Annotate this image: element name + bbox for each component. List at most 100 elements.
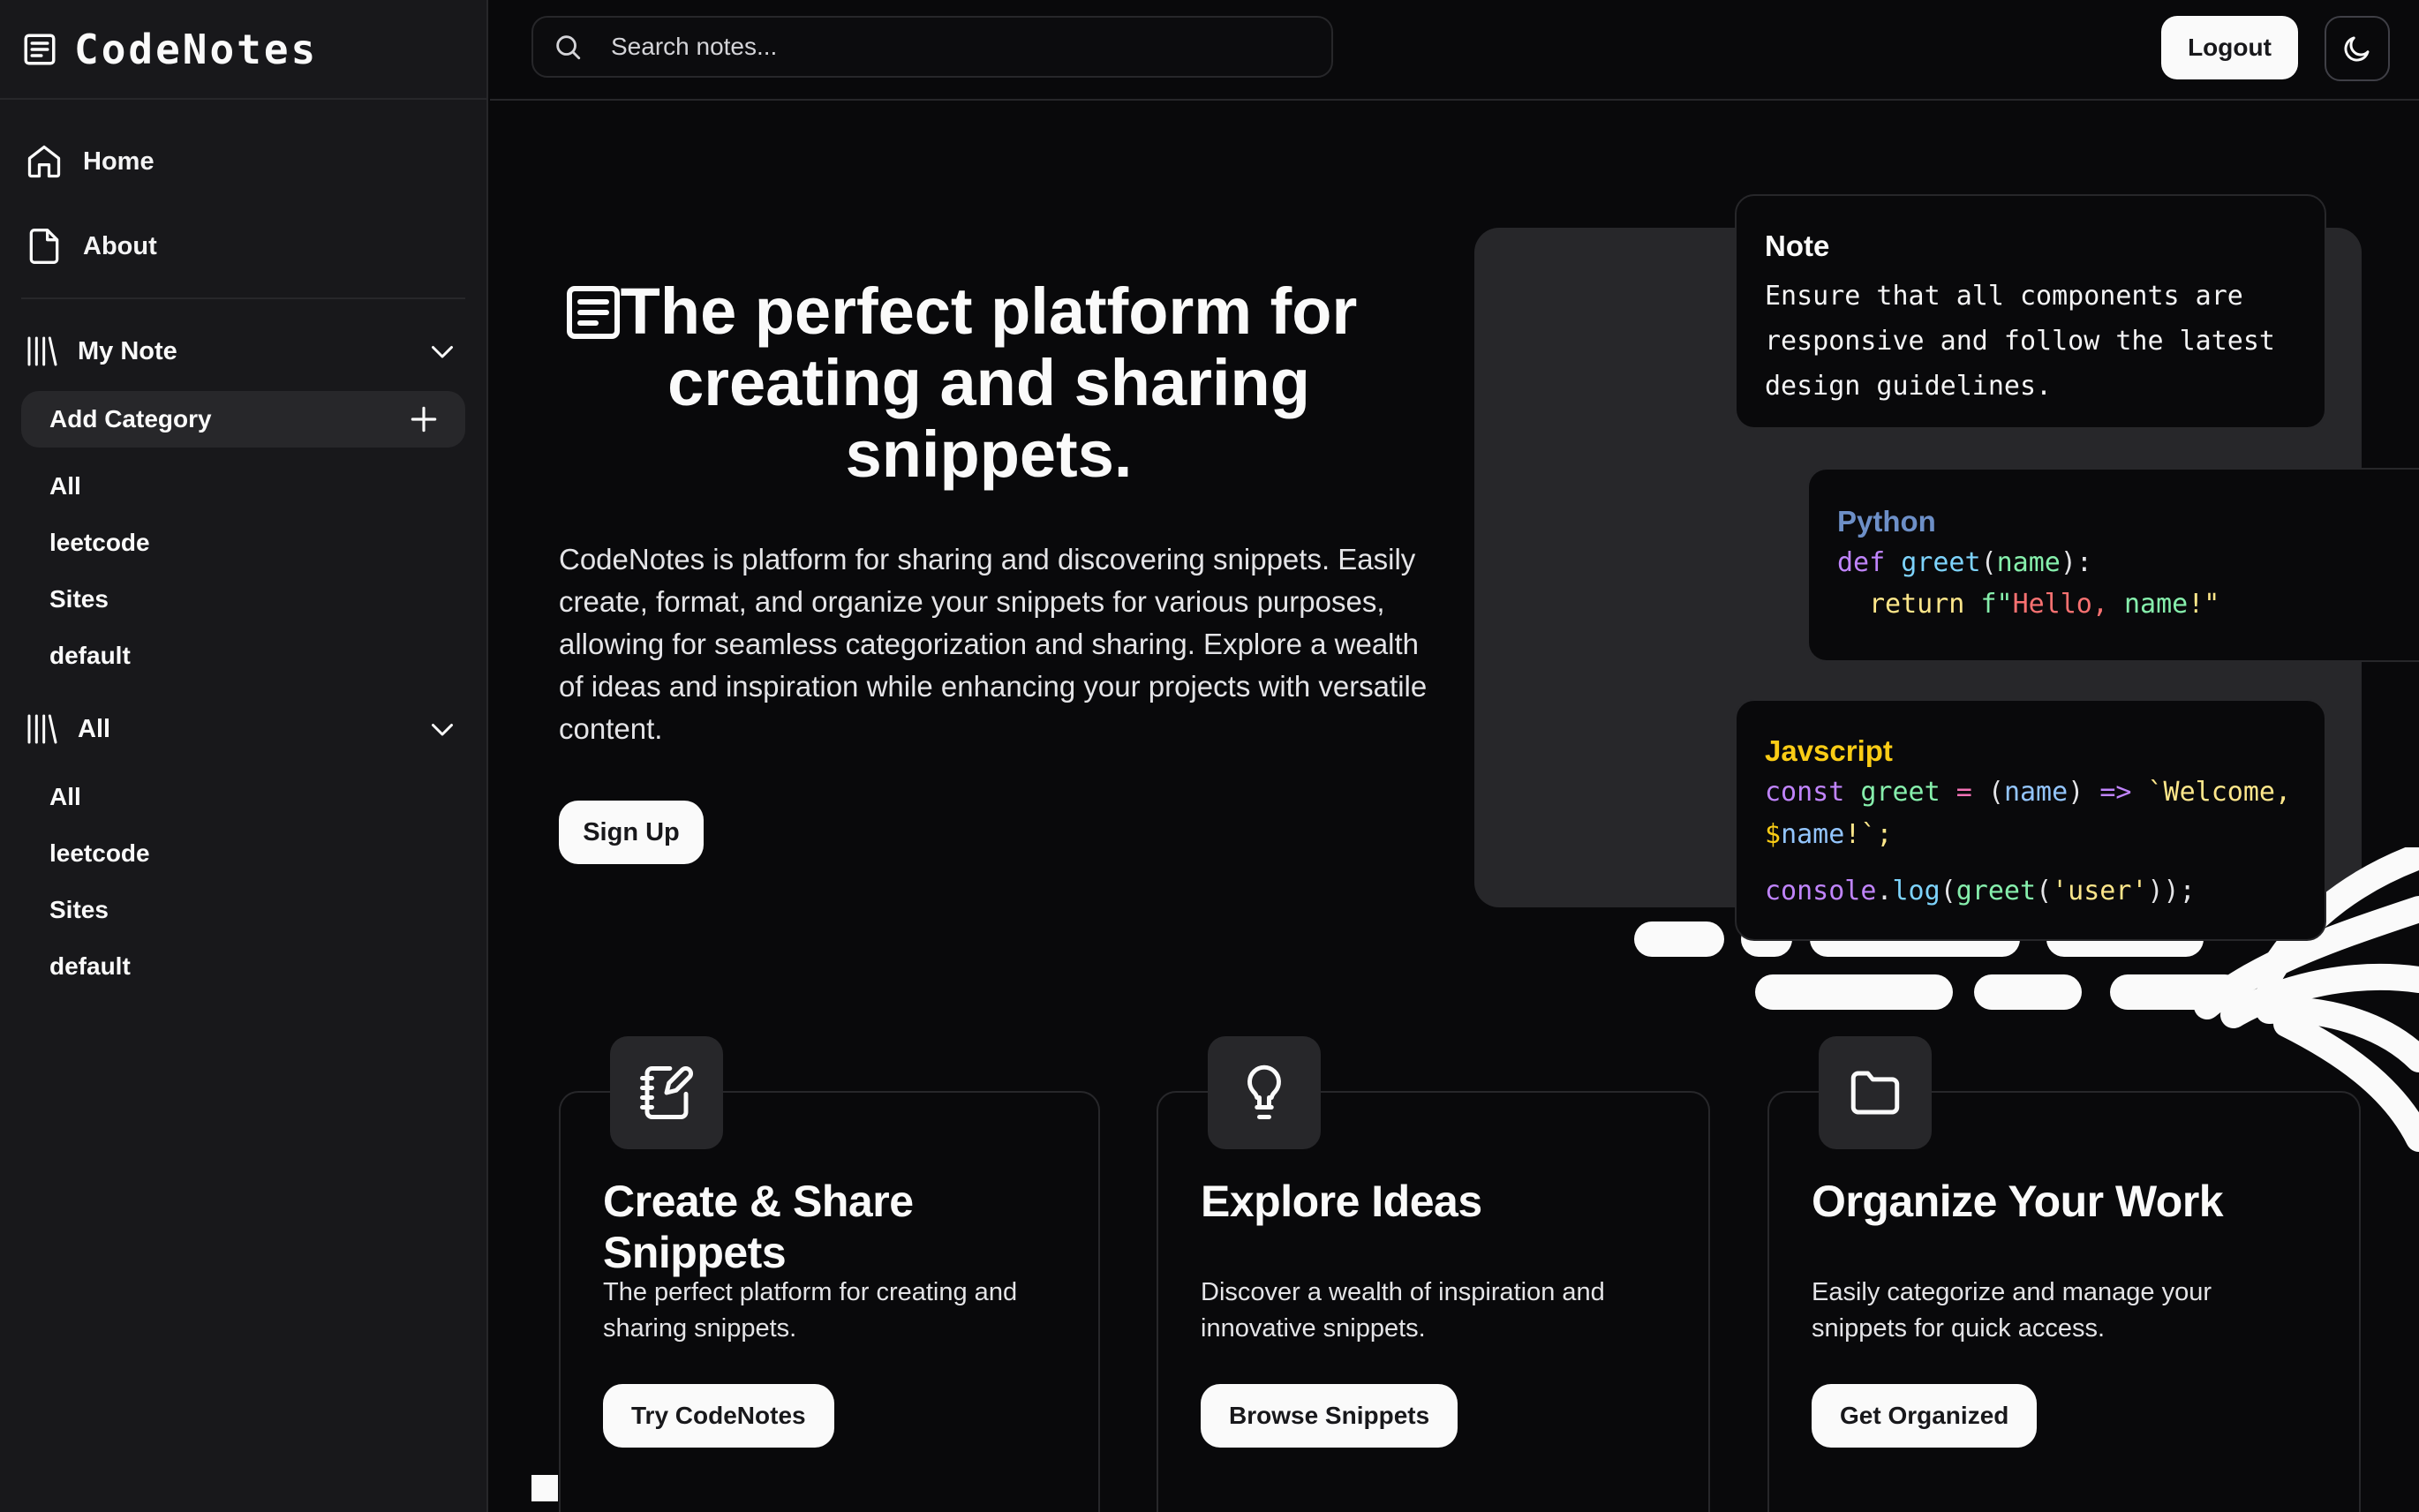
brand-name: CodeNotes [74, 25, 319, 73]
javascript-code-line: const greet = (name) => `Welcome, [1765, 771, 2296, 814]
code-token: $ [1765, 819, 1782, 850]
notebook-pen-icon [640, 1066, 693, 1119]
code-token: console [1765, 876, 1877, 906]
top-bar: Logout [490, 0, 2419, 101]
code-token: !" [2188, 589, 2220, 620]
code-token: ( [1980, 547, 1997, 578]
code-token: return [1869, 589, 1965, 620]
sidebar-item-home[interactable]: Home [21, 119, 465, 204]
sidebar-divider [21, 297, 465, 299]
code-token: log [1892, 876, 1940, 906]
decorative-square [531, 1475, 558, 1501]
category-item-sites[interactable]: Sites [21, 571, 465, 628]
code-token: def [1837, 547, 1886, 578]
code-token: 'user' [2052, 876, 2148, 906]
feature-title: Explore Ideas [1201, 1177, 1482, 1226]
library-icon [27, 336, 57, 366]
note-card-line: design guidelines. [1765, 371, 2053, 402]
category-item-all[interactable]: All [21, 458, 465, 515]
code-token: . [1876, 876, 1893, 906]
code-token: name [1781, 819, 1845, 850]
file-icon [29, 229, 59, 264]
add-category-button[interactable]: Add Category [21, 391, 465, 448]
code-token: ) [2068, 777, 2084, 808]
section-all[interactable]: All [21, 689, 465, 769]
note-card-title: Note [1765, 229, 1830, 262]
sidebar: CodeNotes Home About My Note Add Categor… [0, 0, 488, 1512]
add-category-label: Add Category [49, 405, 212, 433]
python-card: Python def greet(name): return f"Hello, … [1807, 468, 2419, 662]
code-token: greet [1956, 876, 2037, 906]
code-token: f" [1980, 589, 2013, 620]
code-token: name [1996, 547, 2061, 578]
search-box[interactable] [531, 16, 1333, 78]
category-item-all[interactable]: All [21, 769, 465, 825]
code-token: )); [2147, 876, 2196, 906]
javascript-code-line: $name!`; [1765, 814, 2296, 856]
lightbulb-icon [1247, 1064, 1281, 1119]
chevron-down-icon[interactable] [426, 335, 458, 367]
notes-logo-icon [24, 34, 56, 64]
code-token: ( [1940, 876, 1956, 906]
feature-title: Create & Share Snippets [603, 1177, 914, 1277]
code-token: ( [2036, 876, 2053, 906]
code-token: Hello, [2012, 589, 2124, 620]
feature-title: Organize Your Work [1812, 1177, 2224, 1226]
section-label: All [78, 714, 111, 743]
section-my-note[interactable]: My Note [21, 312, 465, 391]
python-card-title: Python [1837, 505, 1936, 538]
moon-icon [2344, 36, 2370, 62]
category-item-default[interactable]: default [21, 628, 465, 684]
category-item-default[interactable]: default [21, 938, 465, 995]
sidebar-nav: Home About My Note Add Category All leet… [0, 100, 486, 995]
python-code-line: def greet(name): [1837, 542, 2391, 583]
theme-toggle-button[interactable] [2325, 16, 2390, 81]
logout-button[interactable]: Logout [2161, 16, 2298, 79]
try-codenotes-button[interactable]: Try CodeNotes [603, 1384, 834, 1448]
feature-description: Discover a wealth of inspiration and inn… [1201, 1278, 1605, 1343]
note-card: Note Ensure that all components are resp… [1735, 194, 2326, 429]
feature-description: Easily categorize and manage your snippe… [1812, 1278, 2212, 1343]
javascript-card: Javscript const greet = (name) => `Welco… [1735, 699, 2326, 941]
javascript-code-line: console.log(greet('user')); [1765, 870, 2296, 913]
plus-icon [411, 406, 437, 433]
home-icon [27, 145, 61, 178]
category-item-leetcode[interactable]: leetcode [21, 825, 465, 882]
folder-icon [1850, 1071, 1900, 1115]
hero-title: The perfect platform for creating and sh… [620, 275, 1358, 491]
chevron-down-icon[interactable] [426, 713, 458, 745]
python-code-line: return f"Hello, name!" [1837, 583, 2391, 625]
code-token: greet [1860, 777, 1940, 808]
sidebar-item-about[interactable]: About [21, 204, 465, 289]
code-token: ): [2060, 547, 2092, 578]
code-token: const [1765, 777, 1845, 808]
sidebar-item-label: Home [83, 147, 154, 176]
code-token: greet [1901, 547, 1981, 578]
category-item-leetcode[interactable]: leetcode [21, 515, 465, 571]
code-token: name [2124, 589, 2189, 620]
feature-card-organize: Organize Your Work Easily categorize and… [1767, 1036, 2361, 1512]
search-icon [556, 35, 581, 60]
category-item-sites[interactable]: Sites [21, 882, 465, 938]
code-token: name [2003, 777, 2069, 808]
hero-description: CodeNotes is platform for sharing and di… [559, 543, 1428, 745]
feature-card-create: Create & Share Snippets The perfect plat… [559, 1036, 1100, 1512]
decorative-pill [1755, 974, 1953, 1010]
code-token: => [2099, 777, 2132, 808]
feature-icon-box [1819, 1036, 1932, 1149]
note-card-line: Ensure that all components are [1765, 281, 2243, 312]
feature-card-explore: Explore Ideas Discover a wealth of inspi… [1157, 1036, 1710, 1512]
sidebar-item-label: About [83, 231, 157, 260]
get-organized-button[interactable]: Get Organized [1812, 1384, 2038, 1448]
sign-up-button[interactable]: Sign Up [559, 801, 704, 864]
feature-description: The perfect platform for creating and sh… [603, 1278, 1018, 1343]
feature-icon-box [1208, 1036, 1321, 1149]
code-token: !`; [1844, 819, 1893, 850]
search-input[interactable] [611, 33, 1317, 61]
section-label: My Note [78, 336, 177, 365]
library-icon [27, 714, 57, 744]
browse-snippets-button[interactable]: Browse Snippets [1201, 1384, 1458, 1448]
code-token: ( [1987, 777, 2004, 808]
brand[interactable]: CodeNotes [0, 0, 486, 100]
decorative-pill [1634, 921, 1724, 957]
